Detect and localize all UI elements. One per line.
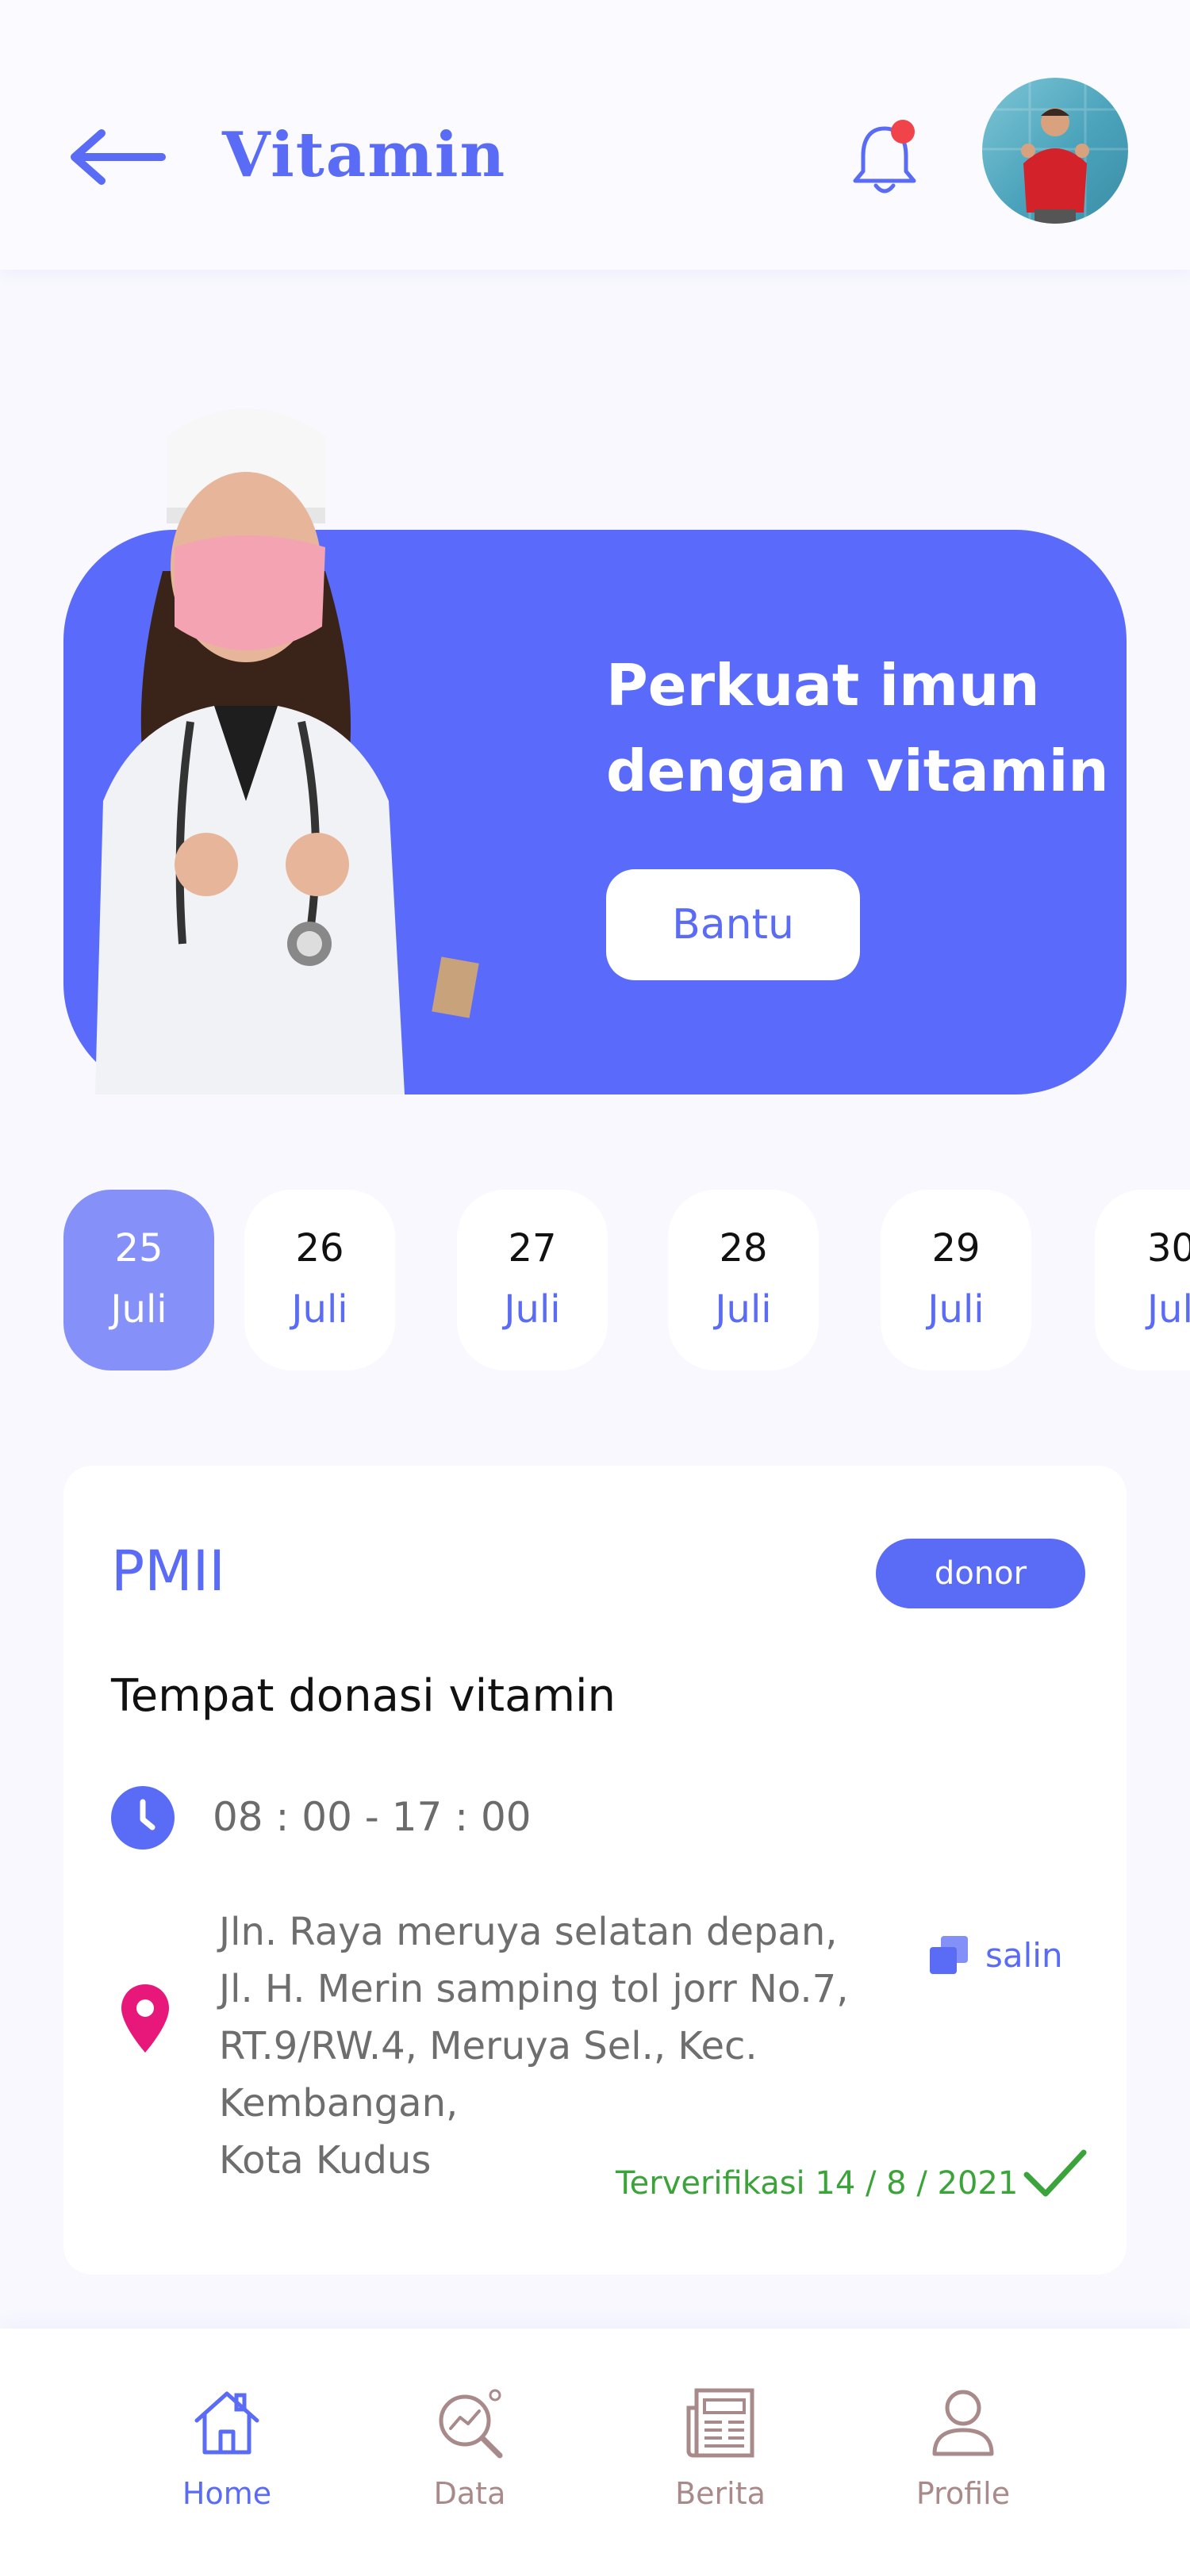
date-chip[interactable]: 26 Juli [244, 1190, 395, 1370]
clock-icon [111, 1786, 175, 1850]
date-chip[interactable]: 25 Juli [63, 1190, 214, 1370]
date-day: 28 [719, 1226, 768, 1271]
nav-label: Profile [916, 2476, 1011, 2511]
opening-hours: 08 : 00 - 17 : 00 [213, 1794, 532, 1840]
date-day: 25 [114, 1226, 163, 1271]
bantu-button[interactable]: Bantu [606, 869, 860, 980]
nav-berita[interactable]: Berita [641, 2384, 800, 2543]
user-icon [932, 2390, 994, 2456]
date-selector: 25 Juli 26 Juli 27 Juli 28 Juli 29 Juli … [0, 1190, 1190, 1372]
notification-dot [891, 120, 915, 144]
date-month: Juli [291, 1287, 348, 1332]
check-icon [1023, 2149, 1087, 2197]
date-chip[interactable]: 28 Juli [668, 1190, 819, 1370]
organization-name: PMII [111, 1539, 225, 1604]
date-day: 29 [931, 1226, 981, 1271]
bell-icon[interactable] [849, 119, 920, 198]
date-chip[interactable]: 29 Juli [881, 1190, 1031, 1370]
date-day: 26 [295, 1226, 344, 1271]
data-search-icon [439, 2389, 503, 2459]
nav-profile[interactable]: Profile [884, 2384, 1042, 2543]
location-pin-icon [121, 1984, 169, 2053]
copy-icon [930, 1936, 968, 1974]
page-title: Vitamin [222, 119, 507, 191]
address-line: Jln. Raya meruya selatan depan, [219, 1910, 838, 1954]
date-chip[interactable]: 27 Juli [457, 1190, 608, 1370]
home-icon [194, 2391, 259, 2455]
place-title: Tempat donasi vitamin [111, 1670, 616, 1722]
category-badge: donor [876, 1539, 1085, 1608]
nav-data[interactable]: Data [390, 2384, 549, 2543]
arrow-left-icon[interactable] [67, 127, 170, 187]
nav-label: Data [433, 2476, 506, 2511]
nav-home[interactable]: Home [148, 2384, 306, 2543]
date-month: Juli [504, 1287, 561, 1332]
nav-label: Berita [675, 2476, 766, 2511]
newspaper-icon [686, 2388, 754, 2458]
date-day: 27 [508, 1226, 557, 1271]
copy-address-button[interactable]: salin [928, 1927, 1063, 1983]
bottom-nav: Home Data Berita Profile [0, 2329, 1190, 2576]
address-line: RT.9/RW.4, Meruya Sel., Kec. Kembangan, [219, 2024, 758, 2126]
app-header: Vitamin [0, 0, 1190, 270]
copy-label: salin [985, 1935, 1063, 1975]
verified-text: Terverifikasi 14 / 8 / 2021 [616, 2165, 1019, 2202]
date-chip[interactable]: 30 Juli [1095, 1190, 1190, 1370]
date-month: Juli [110, 1287, 167, 1332]
nav-label: Home [182, 2476, 272, 2511]
date-month: Juli [1147, 1287, 1190, 1332]
address: Jln. Raya meruya selatan depan, Jl. H. M… [219, 1903, 996, 2189]
date-month: Juli [715, 1287, 772, 1332]
banner-title: Perkuat imun dengan vitamin [606, 652, 1109, 804]
date-month: Juli [927, 1287, 985, 1332]
date-day: 30 [1147, 1226, 1190, 1271]
address-line: Jl. H. Merin samping tol jorr No.7, [219, 1967, 849, 2011]
avatar[interactable] [982, 78, 1128, 224]
doctor-image [95, 408, 479, 1094]
